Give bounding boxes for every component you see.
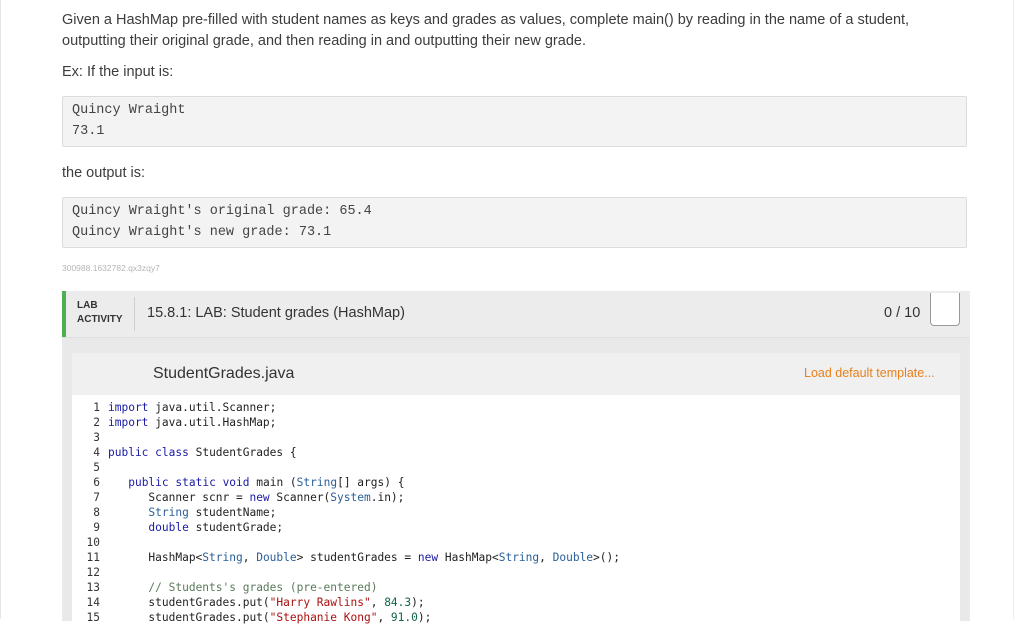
- code-line[interactable]: 15 studentGrades.put("Stephanie Kong", 9…: [72, 610, 960, 625]
- example-output-line: Quincy Wraight's new grade: 73.1: [72, 224, 332, 240]
- code-text[interactable]: studentGrades.put("Stephanie Kong", 91.0…: [108, 610, 431, 625]
- example-output-line: Quincy Wraight's original grade: 65.4: [72, 204, 372, 219]
- code-line[interactable]: 14 studentGrades.put("Harry Rawlins", 84…: [72, 595, 960, 610]
- code-line[interactable]: 1 import java.util.Scanner;: [72, 400, 960, 415]
- code-line[interactable]: 9 double studentGrade;: [72, 520, 960, 535]
- code-text[interactable]: import java.util.Scanner;: [108, 400, 276, 415]
- code-text[interactable]: String studentName;: [108, 505, 276, 520]
- lab-tag-line: LAB: [77, 300, 98, 311]
- code-line[interactable]: 13 // Students's grades (pre-entered): [72, 580, 960, 595]
- lab-tag-line: ACTIVITY: [77, 314, 123, 325]
- example-input-box: Quincy Wraight 73.1: [62, 96, 967, 147]
- code-text[interactable]: studentGrades.put("Harry Rawlins", 84.3)…: [108, 595, 424, 610]
- code-line[interactable]: 10: [72, 535, 960, 550]
- line-number: 3: [93, 431, 100, 444]
- code-text[interactable]: public class StudentGrades {: [108, 445, 297, 460]
- lab-header: LAB ACTIVITY 15.8.1: LAB: Student grades…: [62, 291, 970, 338]
- example-output-box: Quincy Wraight's original grade: 65.4 Qu…: [62, 197, 967, 248]
- lab-score: 0 / 10: [884, 305, 921, 321]
- line-number: 11: [86, 551, 100, 564]
- code-line[interactable]: 3: [72, 430, 960, 445]
- code-line[interactable]: 12: [72, 565, 960, 580]
- score-badge-icon: [930, 293, 960, 326]
- editor-toolbar: StudentGrades.java Load default template…: [72, 353, 960, 395]
- code-text[interactable]: // Students's grades (pre-entered): [108, 580, 377, 595]
- code-line[interactable]: 7 Scanner scnr = new Scanner(System.in);: [72, 490, 960, 505]
- code-editor[interactable]: StudentGrades.java Load default template…: [72, 353, 960, 624]
- lab-activity-panel: LAB ACTIVITY 15.8.1: LAB: Student grades…: [62, 291, 970, 624]
- code-line[interactable]: 8 String studentName;: [72, 505, 960, 520]
- lab-accent-bar: [62, 291, 66, 337]
- line-number: 9: [93, 521, 100, 534]
- example-output-label: the output is:: [62, 165, 146, 181]
- line-number: 13: [86, 581, 100, 594]
- line-number: 4: [93, 446, 100, 459]
- problem-identifier: 300988.1632782.qx3zqy7: [62, 263, 160, 273]
- line-number: 10: [86, 536, 100, 549]
- code-text[interactable]: double studentGrade;: [108, 520, 283, 535]
- lab-header-divider: [134, 297, 135, 331]
- code-line[interactable]: 5: [72, 460, 960, 475]
- example-input-line: Quincy Wraight: [72, 103, 186, 118]
- line-number: 2: [93, 416, 100, 429]
- line-number: 15: [86, 611, 100, 624]
- page-left-border: [0, 0, 1, 619]
- instructions-text: Given a HashMap pre-filled with student …: [62, 12, 910, 49]
- code-text[interactable]: import java.util.HashMap;: [108, 415, 276, 430]
- code-area[interactable]: 1 import java.util.Scanner; 2 import java.u…: [72, 400, 960, 625]
- file-name: StudentGrades.java: [153, 365, 295, 382]
- page-right-border: [1013, 0, 1014, 619]
- example-input-label: Ex: If the input is:: [62, 64, 174, 80]
- load-default-template-link[interactable]: Load default template...: [804, 366, 935, 380]
- lab-activity-tag: LAB ACTIVITY: [77, 299, 123, 327]
- code-text[interactable]: HashMap<String, Double> studentGrades = …: [108, 550, 620, 565]
- line-number: 7: [93, 491, 100, 504]
- code-text[interactable]: Scanner scnr = new Scanner(System.in);: [108, 490, 404, 505]
- code-text[interactable]: public static void main (String[] args) …: [108, 475, 404, 490]
- line-number: 6: [93, 476, 100, 489]
- lab-title: 15.8.1: LAB: Student grades (HashMap): [147, 305, 405, 321]
- code-line[interactable]: 11 HashMap<String, Double> studentGrades…: [72, 550, 960, 565]
- line-number: 5: [93, 461, 100, 474]
- code-line[interactable]: 6 public static void main (String[] args…: [72, 475, 960, 490]
- line-number: 8: [93, 506, 100, 519]
- code-line[interactable]: 4 public class StudentGrades {: [72, 445, 960, 460]
- line-number: 12: [86, 566, 100, 579]
- line-number: 14: [86, 596, 100, 609]
- line-number: 1: [93, 401, 100, 414]
- code-line[interactable]: 2 import java.util.HashMap;: [72, 415, 960, 430]
- example-input-line: 73.1: [72, 123, 105, 139]
